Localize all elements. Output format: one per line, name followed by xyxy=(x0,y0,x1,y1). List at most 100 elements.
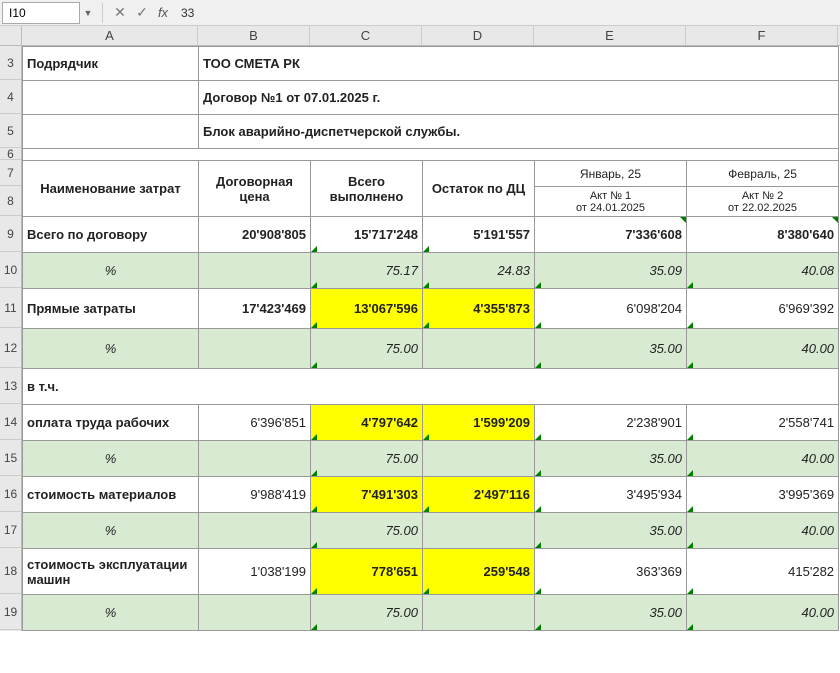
cell-A10[interactable]: % xyxy=(23,253,199,289)
cell-F10[interactable]: 40.08 xyxy=(687,253,839,289)
cell-B12[interactable] xyxy=(199,329,311,369)
row-header-4[interactable]: 4 xyxy=(0,80,21,114)
row-header-15[interactable]: 15 xyxy=(0,440,21,476)
row-header-8[interactable]: 8 xyxy=(0,186,21,216)
cell-B9[interactable]: 20'908'805 xyxy=(199,217,311,253)
fx-icon[interactable]: fx xyxy=(153,5,173,20)
cell-D10[interactable]: 24.83 xyxy=(423,253,535,289)
header-colB[interactable]: Договорная цена xyxy=(199,161,311,217)
cell-B18[interactable]: 1'038'199 xyxy=(199,549,311,595)
cell-B14[interactable]: 6'396'851 xyxy=(199,405,311,441)
cell-C18[interactable]: 778'651 xyxy=(311,549,423,595)
cell-C14[interactable]: 4'797'642 xyxy=(311,405,423,441)
cell-E18[interactable]: 363'369 xyxy=(535,549,687,595)
cell-A15[interactable]: % xyxy=(23,441,199,477)
header-colD[interactable]: Остаток по ДЦ xyxy=(423,161,535,217)
cell-E12[interactable]: 35.00 xyxy=(535,329,687,369)
cell-D11[interactable]: 4'355'873 xyxy=(423,289,535,329)
cell-A16[interactable]: стоимость материалов xyxy=(23,477,199,513)
row-header-16[interactable]: 16 xyxy=(0,476,21,512)
cell-D18[interactable]: 259'548 xyxy=(423,549,535,595)
row-header-13[interactable]: 13 xyxy=(0,368,21,404)
row-header-14[interactable]: 14 xyxy=(0,404,21,440)
cell-B16[interactable]: 9'988'419 xyxy=(199,477,311,513)
header-colF-top[interactable]: Февраль, 25 xyxy=(687,161,839,187)
name-box-dropdown-icon[interactable]: ▼ xyxy=(80,8,96,18)
col-header-A[interactable]: A xyxy=(22,26,198,45)
cell-D12[interactable] xyxy=(423,329,535,369)
cell-F9[interactable]: 8'380'640 xyxy=(687,217,839,253)
row-header-9[interactable]: 9 xyxy=(0,216,21,252)
cell-B5[interactable]: Блок аварийно-диспетчерской службы. xyxy=(199,115,839,149)
cell-A19[interactable]: % xyxy=(23,595,199,631)
cell-A18[interactable]: стоимость эксплуатации машин xyxy=(23,549,199,595)
cell-A9[interactable]: Всего по договору xyxy=(23,217,199,253)
cell-E16[interactable]: 3'495'934 xyxy=(535,477,687,513)
data-grid[interactable]: Подрядчик ТОО СМЕТА РК Договор №1 от 07.… xyxy=(22,46,839,631)
col-header-B[interactable]: B xyxy=(198,26,310,45)
cell-A14[interactable]: оплата труда рабочих xyxy=(23,405,199,441)
cell-E19[interactable]: 35.00 xyxy=(535,595,687,631)
cell-C19[interactable]: 75.00 xyxy=(311,595,423,631)
header-colE-sub[interactable]: Акт № 1от 24.01.2025 xyxy=(535,187,687,217)
cell-F16[interactable]: 3'995'369 xyxy=(687,477,839,513)
cell-B11[interactable]: 17'423'469 xyxy=(199,289,311,329)
header-colC[interactable]: Всего выполнено xyxy=(311,161,423,217)
cell-E10[interactable]: 35.09 xyxy=(535,253,687,289)
cell-B3[interactable]: ТОО СМЕТА РК xyxy=(199,47,839,81)
cell-E17[interactable]: 35.00 xyxy=(535,513,687,549)
cell-D16[interactable]: 2'497'116 xyxy=(423,477,535,513)
row-header-11[interactable]: 11 xyxy=(0,288,21,328)
cell-row6[interactable] xyxy=(23,149,839,161)
row-header-17[interactable]: 17 xyxy=(0,512,21,548)
cell-A13[interactable]: в т.ч. xyxy=(23,369,839,405)
col-header-D[interactable]: D xyxy=(422,26,534,45)
header-colE-top[interactable]: Январь, 25 xyxy=(535,161,687,187)
cell-D19[interactable] xyxy=(423,595,535,631)
row-header-6[interactable]: 6 xyxy=(0,148,21,160)
cell-F19[interactable]: 40.00 xyxy=(687,595,839,631)
cell-D9[interactable]: 5'191'557 xyxy=(423,217,535,253)
cell-E11[interactable]: 6'098'204 xyxy=(535,289,687,329)
cell-C17[interactable]: 75.00 xyxy=(311,513,423,549)
accept-icon[interactable]: ✓ xyxy=(131,4,153,21)
select-all-corner[interactable] xyxy=(0,26,22,45)
header-colF-sub[interactable]: Акт № 2от 22.02.2025 xyxy=(687,187,839,217)
cell-F11[interactable]: 6'969'392 xyxy=(687,289,839,329)
cell-E15[interactable]: 35.00 xyxy=(535,441,687,477)
cell-F14[interactable]: 2'558'741 xyxy=(687,405,839,441)
cell-F12[interactable]: 40.00 xyxy=(687,329,839,369)
cell-F17[interactable]: 40.00 xyxy=(687,513,839,549)
cell-B17[interactable] xyxy=(199,513,311,549)
row-header-12[interactable]: 12 xyxy=(0,328,21,368)
col-header-C[interactable]: C xyxy=(310,26,422,45)
cell-A12[interactable]: % xyxy=(23,329,199,369)
row-header-18[interactable]: 18 xyxy=(0,548,21,594)
cell-C9[interactable]: 15'717'248 xyxy=(311,217,423,253)
cell-B10[interactable] xyxy=(199,253,311,289)
formula-input[interactable]: 33 xyxy=(173,6,840,20)
header-name[interactable]: Наименование затрат xyxy=(23,161,199,217)
cell-C12[interactable]: 75.00 xyxy=(311,329,423,369)
cell-C10[interactable]: 75.17 xyxy=(311,253,423,289)
cell-B4[interactable]: Договор №1 от 07.01.2025 г. xyxy=(199,81,839,115)
cell-A4[interactable] xyxy=(23,81,199,115)
cell-A17[interactable]: % xyxy=(23,513,199,549)
cell-C15[interactable]: 75.00 xyxy=(311,441,423,477)
row-header-19[interactable]: 19 xyxy=(0,594,21,630)
cancel-icon[interactable]: ✕ xyxy=(109,4,131,21)
cell-B19[interactable] xyxy=(199,595,311,631)
cell-F18[interactable]: 415'282 xyxy=(687,549,839,595)
cell-C11[interactable]: 13'067'596 xyxy=(311,289,423,329)
cell-D14[interactable]: 1'599'209 xyxy=(423,405,535,441)
cell-B15[interactable] xyxy=(199,441,311,477)
name-box[interactable]: I10 xyxy=(2,2,80,24)
row-header-5[interactable]: 5 xyxy=(0,114,21,148)
cell-D17[interactable] xyxy=(423,513,535,549)
cell-A3[interactable]: Подрядчик xyxy=(23,47,199,81)
col-header-F[interactable]: F xyxy=(686,26,838,45)
row-header-10[interactable]: 10 xyxy=(0,252,21,288)
cell-C16[interactable]: 7'491'303 xyxy=(311,477,423,513)
cell-D15[interactable] xyxy=(423,441,535,477)
col-header-E[interactable]: E xyxy=(534,26,686,45)
